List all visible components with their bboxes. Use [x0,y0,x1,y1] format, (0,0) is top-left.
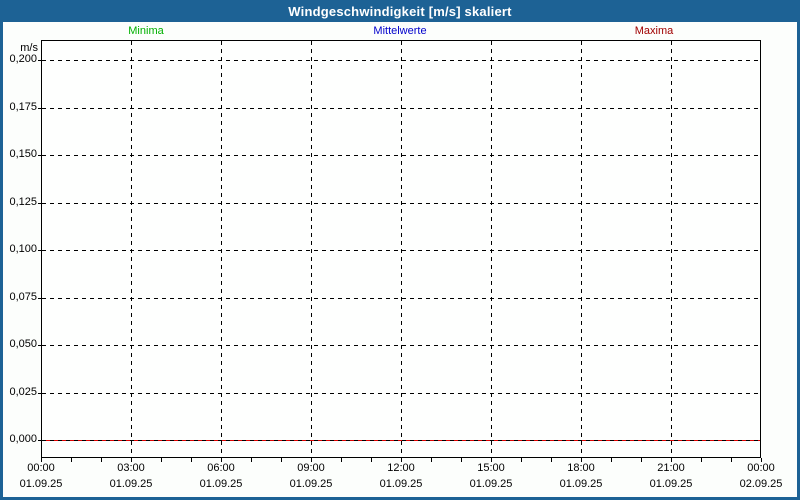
legend-item-maxima: Maxima [634,25,674,37]
chart-title: Windgeschwindigkeit [m/s] skaliert [288,3,512,19]
x-axis-time-label: 00:00 [27,462,55,474]
y-axis-tick [38,202,41,204]
x-axis-time-label: 12:00 [387,462,415,474]
y-axis-label: 0,050 [9,338,37,350]
x-axis-time-label: 06:00 [207,462,235,474]
legend-item-mittelwerte: Mittelwerte [373,25,427,37]
x-axis-date-label: 01.09.25 [649,478,693,490]
title-bar: Windgeschwindigkeit [m/s] skaliert [0,0,800,22]
x-axis-time-label: 03:00 [117,462,145,474]
v-gridline [401,41,402,457]
x-axis-time-label: 18:00 [567,462,595,474]
x-axis-date-label: 02.09.25 [739,478,783,490]
x-axis-date-label: 01.09.25 [469,478,513,490]
v-gridline [581,41,582,457]
x-axis-time-label: 09:00 [297,462,325,474]
window-frame-left [0,22,3,500]
y-axis-label: 0,200 [9,53,37,65]
y-axis-label: 0,000 [9,433,37,445]
v-gridline [221,41,222,457]
y-axis-label: 0,025 [9,385,37,398]
x-axis-date-label: 01.09.25 [19,478,63,490]
y-axis-tick [38,250,41,251]
y-axis-label: 0,150 [9,148,37,160]
legend-item-minima: Minima [128,25,164,37]
x-axis-time-label: 21:00 [657,462,685,474]
x-axis-date-label: 01.09.25 [289,478,333,490]
v-gridline [491,41,492,457]
x-axis-date-label: 01.09.25 [379,478,423,490]
y-axis-tick [38,440,41,441]
y-axis-tick [38,345,41,346]
y-axis-tick [38,297,41,299]
plot-area [41,40,761,458]
y-axis-label: 0,125 [9,195,37,208]
x-axis-time-label: 15:00 [477,462,505,474]
y-axis-tick [38,155,41,156]
v-gridline [671,41,672,457]
x-axis-time-label: 00:00 [747,462,775,474]
v-gridline [131,41,132,457]
x-axis-date-label: 01.09.25 [559,478,603,490]
v-gridline [311,41,312,457]
x-axis-date-label: 01.09.25 [109,478,153,490]
y-axis-tick [38,392,41,394]
y-axis-label: 0,075 [9,290,37,303]
x-axis-date-label: 01.09.25 [199,478,243,490]
y-axis-label: 0,100 [9,243,37,255]
y-axis-tick [38,60,41,61]
chart-window: Windgeschwindigkeit [m/s] skaliert Minim… [0,0,800,500]
y-axis-tick [38,107,41,109]
y-axis-label: 0,175 [9,100,37,113]
